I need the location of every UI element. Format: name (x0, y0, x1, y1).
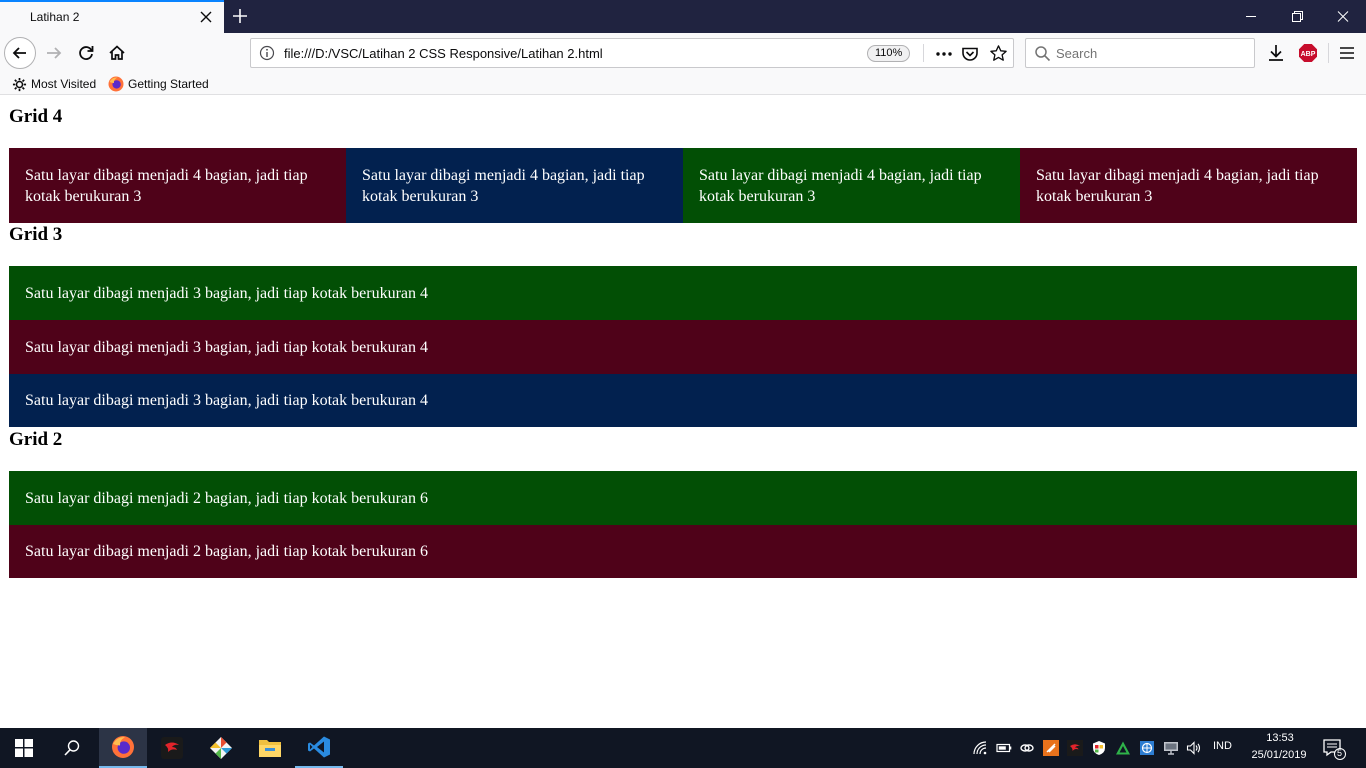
windows-taskbar: IND 13:53 25/01/2019 5 (0, 728, 1366, 768)
grid-3-heading: Grid 3 (9, 224, 63, 245)
back-button[interactable] (4, 37, 36, 69)
search-bar[interactable] (1025, 38, 1255, 68)
grid-4-box: Satu layar dibagi menjadi 4 bagian, jadi… (683, 148, 1020, 223)
reload-button[interactable] (70, 37, 102, 69)
grid-4-box: Satu layar dibagi menjadi 4 bagian, jadi… (346, 148, 683, 223)
site-info-icon[interactable] (259, 45, 275, 61)
bookmarks-toolbar: Most Visited Getting Started (0, 73, 1366, 95)
green-triangle-tray-icon[interactable] (1115, 740, 1131, 756)
zoom-level-badge[interactable]: 110% (867, 45, 911, 62)
close-window-icon[interactable] (1320, 0, 1366, 33)
garena-icon (161, 737, 183, 759)
home-button[interactable] (101, 37, 133, 69)
new-tab-icon[interactable] (230, 6, 250, 26)
grid-3-box: Satu layar dibagi menjadi 3 bagian, jadi… (9, 266, 1357, 320)
box-text: Satu layar dibagi menjadi 3 bagian, jadi… (25, 338, 428, 356)
back-arrow-icon (12, 47, 26, 59)
toolbar-divider (1328, 43, 1329, 63)
box-text: Satu layar dibagi menjadi 4 bagian, jadi… (25, 167, 308, 205)
url-text[interactable]: file:///D:/VSC/Latihan 2 CSS Responsive/… (284, 46, 603, 61)
url-divider (923, 44, 924, 62)
taskbar-search-button[interactable] (48, 728, 96, 768)
download-icon[interactable] (1266, 43, 1286, 63)
language-indicator[interactable]: IND (1213, 740, 1232, 752)
volume-icon[interactable] (1186, 740, 1202, 756)
start-button[interactable] (0, 728, 48, 768)
garena-tray-icon[interactable] (1067, 740, 1083, 756)
display-tray-icon[interactable] (1163, 740, 1179, 756)
clock-date[interactable]: 25/01/2019 (1246, 749, 1312, 761)
search-icon (64, 740, 80, 756)
firefox-icon (108, 76, 124, 92)
page-actions-icon[interactable] (933, 45, 955, 63)
bookmark-most-visited[interactable]: Most Visited (12, 75, 96, 93)
link-tray-icon[interactable] (1019, 740, 1035, 756)
tab-latihan-2[interactable]: Latihan 2 (0, 0, 224, 33)
minimize-icon[interactable] (1228, 0, 1274, 33)
address-bar[interactable]: file:///D:/VSC/Latihan 2 CSS Responsive/… (250, 38, 1014, 68)
box-text: Satu layar dibagi menjadi 3 bagian, jadi… (25, 392, 428, 409)
bookmark-getting-started[interactable]: Getting Started (108, 75, 209, 93)
pocket-icon[interactable] (961, 45, 979, 63)
taskbar-garena[interactable] (148, 728, 196, 768)
bookmark-label: Getting Started (128, 77, 209, 91)
hamburger-menu-icon[interactable] (1337, 43, 1357, 63)
taskbar-vscode[interactable] (295, 728, 343, 768)
grid-4-heading: Grid 4 (9, 106, 63, 127)
close-tab-icon[interactable] (198, 9, 214, 25)
git-icon (210, 737, 232, 759)
title-bar: Latihan 2 (0, 0, 1366, 33)
grid-4-box: Satu layar dibagi menjadi 4 bagian, jadi… (1020, 148, 1357, 223)
restore-icon[interactable] (1274, 0, 1320, 33)
battery-icon[interactable] (996, 740, 1012, 756)
taskbar-git[interactable] (197, 728, 245, 768)
bookmark-star-icon[interactable] (989, 44, 1008, 63)
reload-icon (79, 46, 94, 60)
page-content: Grid 4 Satu layar dibagi menjadi 4 bagia… (0, 96, 1366, 728)
box-text: Satu layar dibagi menjadi 4 bagian, jadi… (362, 167, 645, 205)
tab-title: Latihan 2 (30, 10, 80, 24)
box-text: Satu layar dibagi menjadi 4 bagian, jadi… (1036, 167, 1319, 205)
orange-app-tray-icon[interactable] (1043, 740, 1059, 756)
notification-count: 5 (1337, 748, 1343, 758)
search-icon (1035, 46, 1051, 62)
taskbar-firefox[interactable] (99, 728, 147, 768)
grid-3-box: Satu layar dibagi menjadi 3 bagian, jadi… (9, 374, 1357, 427)
action-center-button[interactable]: 5 (1322, 738, 1346, 760)
wifi-icon[interactable] (972, 740, 988, 756)
box-text: Satu layar dibagi menjadi 3 bagian, jadi… (25, 284, 428, 302)
grid-2-box: Satu layar dibagi menjadi 2 bagian, jadi… (9, 471, 1357, 525)
firefox-icon (112, 736, 134, 758)
search-input[interactable] (1056, 43, 1246, 63)
grid-2-heading: Grid 2 (9, 429, 63, 450)
forward-arrow-icon (47, 47, 62, 59)
svg-text:ABP: ABP (1301, 51, 1316, 58)
box-text: Satu layar dibagi menjadi 2 bagian, jadi… (25, 489, 428, 507)
box-text: Satu layar dibagi menjadi 2 bagian, jadi… (25, 543, 428, 560)
box-text: Satu layar dibagi menjadi 4 bagian, jadi… (699, 167, 982, 205)
bookmark-label: Most Visited (31, 77, 97, 91)
navigation-toolbar: file:///D:/VSC/Latihan 2 CSS Responsive/… (0, 33, 1366, 73)
home-icon (109, 45, 125, 60)
vscode-icon (308, 736, 330, 758)
adblock-plus-icon[interactable]: ABP (1298, 43, 1318, 63)
forward-button[interactable] (38, 37, 70, 69)
taskbar-file-explorer[interactable] (246, 728, 294, 768)
security-tray-icon[interactable] (1091, 740, 1107, 756)
gear-icon (12, 77, 27, 91)
file-explorer-icon (259, 740, 281, 757)
network-tray-icon[interactable] (1139, 740, 1155, 756)
windows-start-icon (15, 739, 33, 757)
grid-4-box: Satu layar dibagi menjadi 4 bagian, jadi… (9, 148, 346, 223)
clock-time[interactable]: 13:53 (1256, 732, 1304, 744)
grid-3-box: Satu layar dibagi menjadi 3 bagian, jadi… (9, 320, 1357, 374)
grid-2-box: Satu layar dibagi menjadi 2 bagian, jadi… (9, 525, 1357, 578)
notification-icon (1323, 739, 1346, 760)
